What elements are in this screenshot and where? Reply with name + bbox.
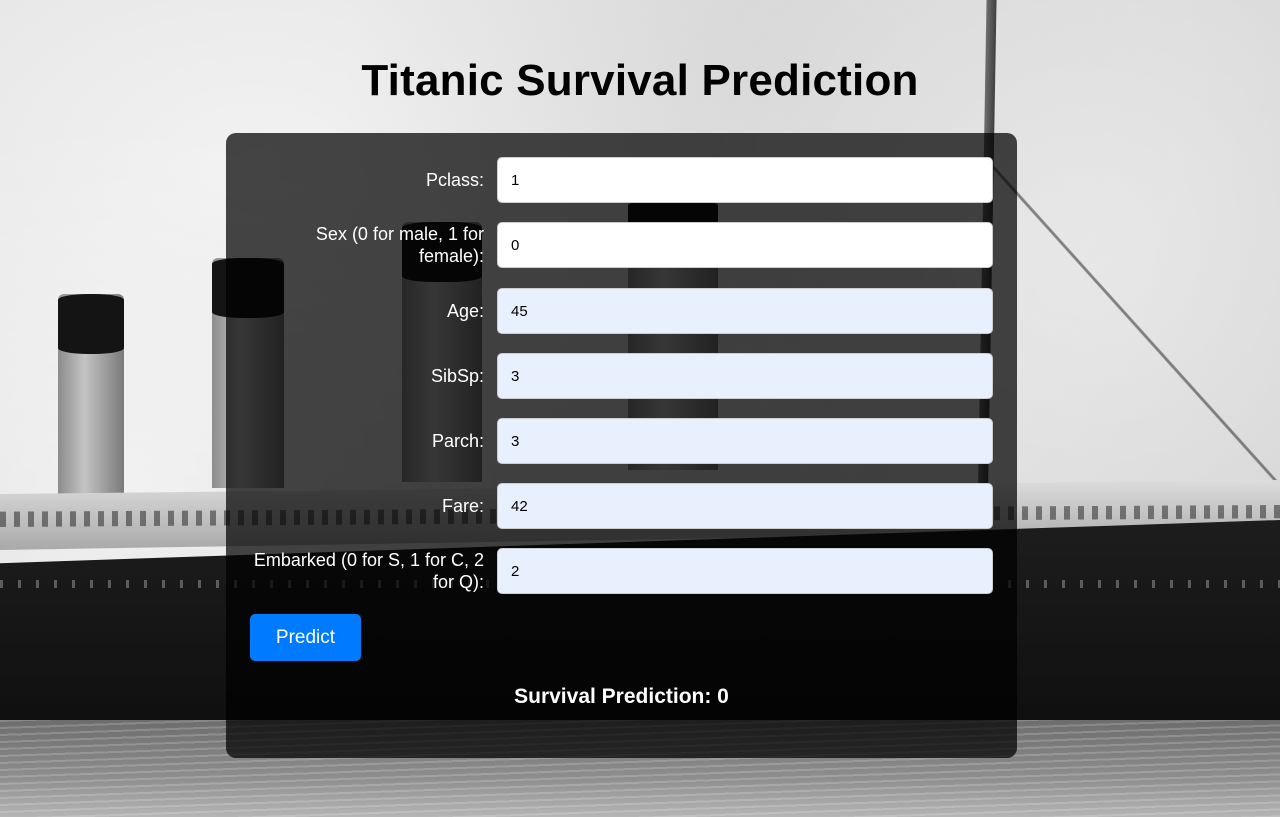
form-row-age: Age: — [226, 288, 1017, 334]
parch-input[interactable] — [497, 418, 993, 464]
ship-rigging — [990, 140, 1280, 520]
page-title: Titanic Survival Prediction — [361, 56, 919, 105]
pclass-input[interactable] — [497, 157, 993, 203]
sibsp-label: SibSp: — [430, 366, 484, 386]
embarked-input[interactable] — [497, 548, 993, 594]
form-row-sibsp: SibSp: — [226, 353, 1017, 399]
form-row-embarked: Embarked (0 for S, 1 for C, 2 for Q): — [226, 548, 1017, 594]
survival-prediction-result: Survival Prediction: 0 — [514, 685, 729, 708]
fare-label: Fare: — [441, 496, 484, 516]
fare-input[interactable] — [497, 483, 993, 529]
form-row-pclass: Pclass: — [226, 157, 1017, 203]
prediction-form: Pclass: Sex (0 for male, 1 for female): … — [226, 133, 1017, 758]
form-row-fare: Fare: — [226, 483, 1017, 529]
age-input[interactable] — [497, 288, 993, 334]
sibsp-input[interactable] — [497, 353, 993, 399]
sex-input[interactable] — [497, 222, 993, 268]
form-row-parch: Parch: — [226, 418, 1017, 464]
pclass-label: Pclass: — [425, 170, 484, 190]
form-row-sex: Sex (0 for male, 1 for female): — [226, 222, 1017, 268]
parch-label: Parch: — [431, 431, 484, 451]
age-label: Age: — [446, 301, 484, 321]
predict-button[interactable]: Predict — [250, 614, 361, 661]
sex-label: Sex (0 for male, 1 for female): — [315, 224, 484, 266]
embarked-label: Embarked (0 for S, 1 for C, 2 for Q): — [253, 550, 484, 592]
ship-funnel — [58, 294, 124, 494]
